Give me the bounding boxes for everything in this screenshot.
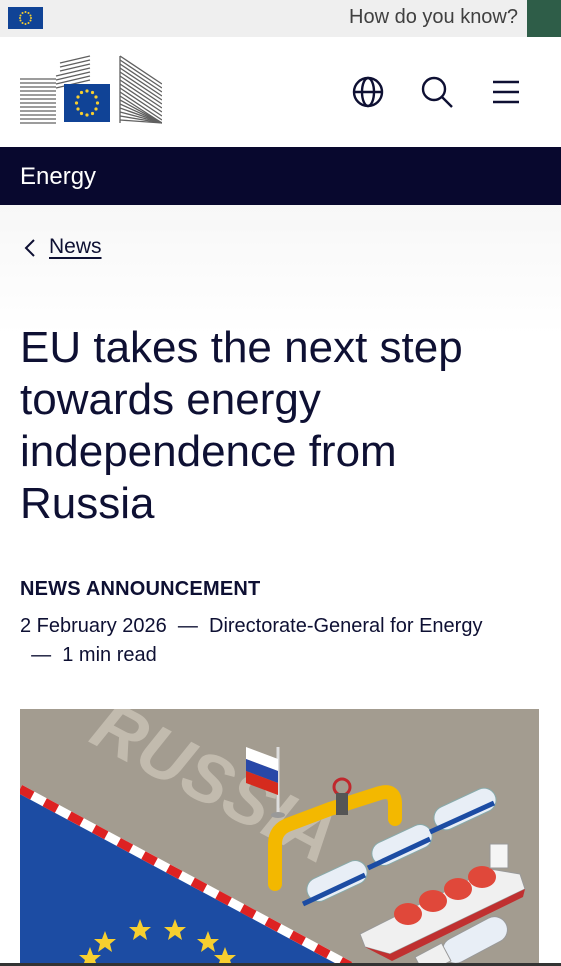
site-name-bar: Energy [0,147,561,205]
author: Directorate-General for Energy [209,615,483,637]
menu-icon[interactable] [489,74,525,110]
site-name[interactable]: Energy [20,163,96,191]
content-type-label: NEWS ANNOUNCEMENT [20,578,261,600]
read-time: 1 min read [62,644,157,666]
search-icon[interactable] [419,74,455,110]
european-commission-logo[interactable] [20,54,163,126]
globe-icon[interactable] [350,74,386,110]
article-meta: 2 February 2026 — Directorate-General fo… [20,615,483,666]
page-header-background [0,205,561,335]
hero-image: RUSSIA [20,709,539,966]
chevron-left-icon[interactable] [22,236,38,260]
breadcrumb-news-link[interactable]: News [49,235,102,259]
how-do-you-know-link[interactable]: How do you know? [349,6,518,29]
publish-date: 2 February 2026 [20,615,167,637]
page-title: EU takes the next step towards energy in… [20,323,463,528]
eu-flag-icon [8,7,43,29]
official-banner: How do you know? [0,0,561,37]
